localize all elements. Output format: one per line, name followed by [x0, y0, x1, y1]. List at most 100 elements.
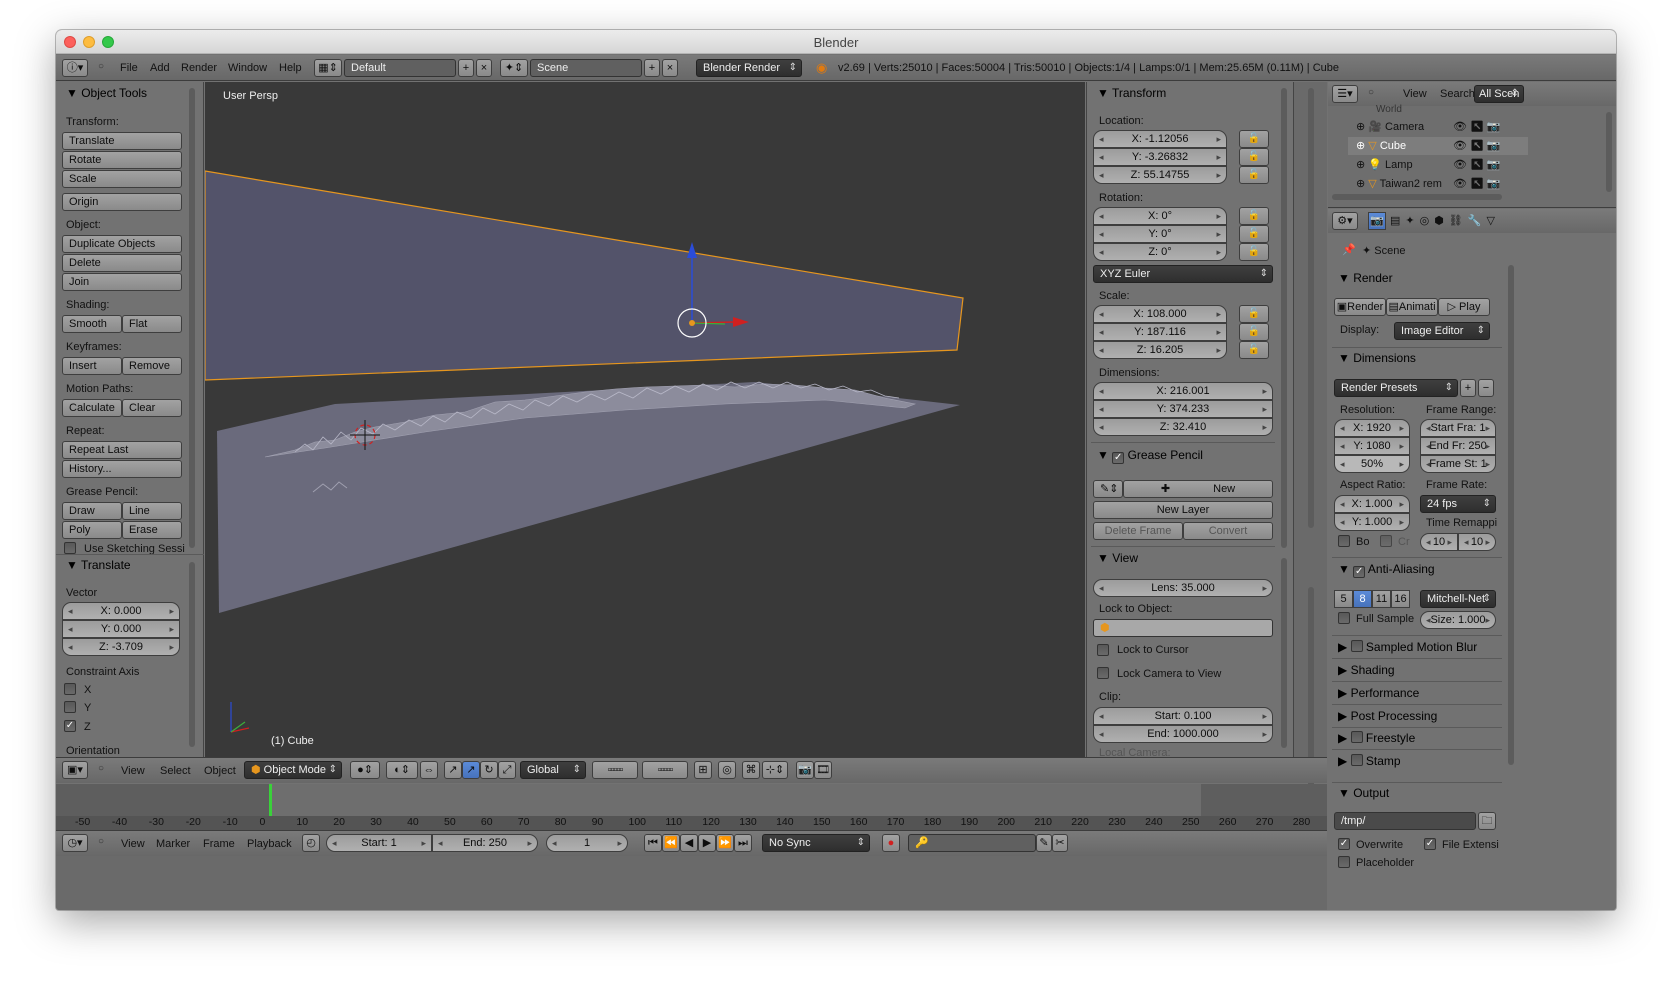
remove-keyframe-button[interactable]: Remove	[122, 357, 182, 375]
prev-keyframe-icon[interactable]: ⏪	[662, 834, 680, 852]
context-tab-icons[interactable]: ▤✦◎⬢⛓🔧▽	[1390, 214, 1500, 227]
delete-keyframe-icon[interactable]: ✂	[1052, 834, 1068, 852]
transform-panel-title[interactable]: ▼ Transform	[1097, 86, 1166, 100]
scene-layers-icon[interactable]: ▫▫▫▫▫	[592, 761, 638, 779]
screen-layout-icon[interactable]: ▦⇕	[314, 59, 342, 77]
axis-x-checkbox[interactable]	[64, 683, 76, 695]
erase-button[interactable]: Erase	[122, 521, 182, 539]
play-animation-button[interactable]: ▷ Play	[1438, 298, 1490, 316]
file-extensions-checkbox[interactable]: ✓	[1424, 838, 1436, 850]
viewport-type-icon[interactable]: ▣▾	[62, 761, 88, 779]
visibility-icons-camera[interactable]: 👁↖📷	[1453, 120, 1504, 133]
anti-aliasing-panel-title[interactable]: ▼ ✓ Anti-Aliasing	[1338, 562, 1435, 578]
add-screen-icon[interactable]: +	[458, 59, 474, 77]
vector-x-field[interactable]: X: 0.000	[62, 602, 180, 620]
sketching-checkbox[interactable]	[64, 542, 76, 554]
scale-z-field[interactable]: Z: 16.205	[1093, 341, 1227, 359]
lock-location-x-icon[interactable]: 🔓	[1239, 130, 1269, 148]
lock-scale-x-icon[interactable]: 🔓	[1239, 305, 1269, 323]
remove-screen-icon[interactable]: ×	[476, 59, 492, 77]
post-processing-panel-title[interactable]: ▶ Post Processing	[1338, 709, 1437, 723]
snap-toggle-icon[interactable]: ⌘	[742, 761, 760, 779]
translate-operator-title[interactable]: ▼ Translate	[66, 558, 131, 572]
translate-manipulator-icon[interactable]: ↗	[444, 761, 462, 779]
3d-viewport[interactable]: User Persp (1) Cube	[205, 82, 1085, 757]
render-presets-select[interactable]: Render Presets	[1334, 379, 1458, 397]
collapse-icon[interactable]: ○	[98, 61, 104, 72]
jump-start-icon[interactable]: ⏮	[644, 834, 662, 852]
outliner-type-icon[interactable]: ☰▾	[1332, 85, 1358, 103]
stamp-checkbox[interactable]	[1350, 754, 1363, 766]
manipulator-toggle-icon[interactable]: ⇔	[420, 761, 438, 779]
menu-render[interactable]: Render	[181, 62, 217, 74]
visibility-icons-taiwan[interactable]: 👁↖📷	[1453, 177, 1504, 190]
move-manipulator-icon[interactable]: ↗	[462, 761, 480, 779]
menu-help[interactable]: Help	[279, 62, 302, 74]
properties-type-icon[interactable]: ⚙▾	[1332, 212, 1358, 230]
dimension-x-field[interactable]: X: 216.001	[1093, 382, 1273, 400]
add-preset-icon[interactable]: +	[1460, 379, 1476, 397]
lock-camera-checkbox[interactable]	[1097, 667, 1109, 679]
aspect-x-field[interactable]: X: 1.000	[1334, 495, 1410, 513]
output-path-field[interactable]: /tmp/	[1334, 812, 1476, 830]
lock-to-cursor-checkbox[interactable]	[1097, 644, 1109, 656]
freestyle-panel-title[interactable]: ▶ Freestyle	[1338, 731, 1415, 745]
timeline-collapse-icon[interactable]: ○	[98, 836, 104, 847]
lens-field[interactable]: Lens: 35.000	[1093, 579, 1273, 597]
lock-rotation-x-icon[interactable]: 🔓	[1239, 207, 1269, 225]
lock-rotation-z-icon[interactable]: 🔓	[1239, 243, 1269, 261]
scale-y-field[interactable]: Y: 187.116	[1093, 323, 1227, 341]
scale-button[interactable]: Scale	[62, 170, 182, 188]
resolution-y-field[interactable]: Y: 1080	[1334, 437, 1410, 455]
rotation-z-field[interactable]: Z: 0°	[1093, 243, 1227, 261]
strip-scrollbar[interactable]	[1308, 88, 1314, 528]
freestyle-checkbox[interactable]	[1350, 731, 1363, 743]
rotate-button[interactable]: Rotate	[62, 151, 182, 169]
render-tab-icon[interactable]: 📷	[1368, 212, 1386, 230]
timeline-marker-menu[interactable]: Marker	[156, 838, 190, 850]
layer-lock-icon[interactable]: ⊞	[694, 761, 712, 779]
aspect-y-field[interactable]: Y: 1.000	[1334, 513, 1410, 531]
menu-add[interactable]: Add	[150, 62, 170, 74]
scene-icon[interactable]: ✦⇕	[500, 59, 528, 77]
lock-object-field[interactable]: ⬢	[1093, 619, 1273, 637]
aa-samples-8[interactable]: 8	[1353, 590, 1372, 608]
smooth-button[interactable]: Smooth	[62, 315, 122, 333]
folder-browse-icon[interactable]: 🗀	[1478, 812, 1496, 830]
crop-checkbox[interactable]	[1380, 535, 1392, 547]
scale-manipulator-icon[interactable]: ⤢	[498, 761, 516, 779]
grease-pencil-panel-title[interactable]: ▼ ✓ Grease Pencil	[1097, 448, 1203, 464]
display-select[interactable]: Image Editor	[1394, 322, 1490, 340]
duplicate-objects-button[interactable]: Duplicate Objects	[62, 235, 182, 253]
overwrite-checkbox[interactable]: ✓	[1338, 838, 1350, 850]
render-opengl-anim-icon[interactable]: 🎞	[814, 761, 832, 779]
viewport-collapse-icon[interactable]: ○	[98, 763, 104, 774]
rotation-x-field[interactable]: X: 0°	[1093, 207, 1227, 225]
viewport-shading-icon[interactable]: ●⇕	[350, 761, 380, 779]
interaction-mode-select[interactable]: ⬢ Object Mode	[244, 761, 342, 779]
viewport-object-menu[interactable]: Object	[204, 765, 236, 777]
transform-orientation-select[interactable]: Global	[520, 761, 586, 779]
viewport-select-menu[interactable]: Select	[160, 765, 191, 777]
output-panel-title[interactable]: ▼ Output	[1338, 786, 1389, 800]
n-panel-scrollbar[interactable]	[1281, 88, 1287, 548]
pivot-point-icon[interactable]: ◐⇕	[386, 761, 418, 779]
draw-button[interactable]: Draw	[62, 502, 122, 520]
join-button[interactable]: Join	[62, 273, 182, 291]
timeline-frame-menu[interactable]: Frame	[203, 838, 235, 850]
play-icon[interactable]: ▶	[698, 834, 716, 852]
play-reverse-icon[interactable]: ◀	[680, 834, 698, 852]
start-frame-field[interactable]: Start Fra: 1	[1420, 419, 1496, 437]
outliner-item-lamp[interactable]: ⊕ 💡 Lamp	[1356, 158, 1413, 171]
remap-new-field[interactable]: 10	[1458, 533, 1496, 551]
border-checkbox[interactable]	[1338, 535, 1350, 547]
rotation-mode-select[interactable]: XYZ Euler	[1093, 265, 1273, 283]
pin-icon[interactable]: 📌	[1342, 243, 1356, 256]
render-engine-select[interactable]: Blender Render	[696, 59, 802, 77]
axis-y-checkbox[interactable]	[64, 701, 76, 713]
dimensions-panel-title[interactable]: ▼ Dimensions	[1338, 351, 1416, 365]
resolution-percent-field[interactable]: 50%	[1334, 455, 1410, 473]
next-keyframe-icon[interactable]: ⏩	[716, 834, 734, 852]
history-button[interactable]: History...	[62, 460, 182, 478]
origin-button[interactable]: Origin	[62, 193, 182, 211]
